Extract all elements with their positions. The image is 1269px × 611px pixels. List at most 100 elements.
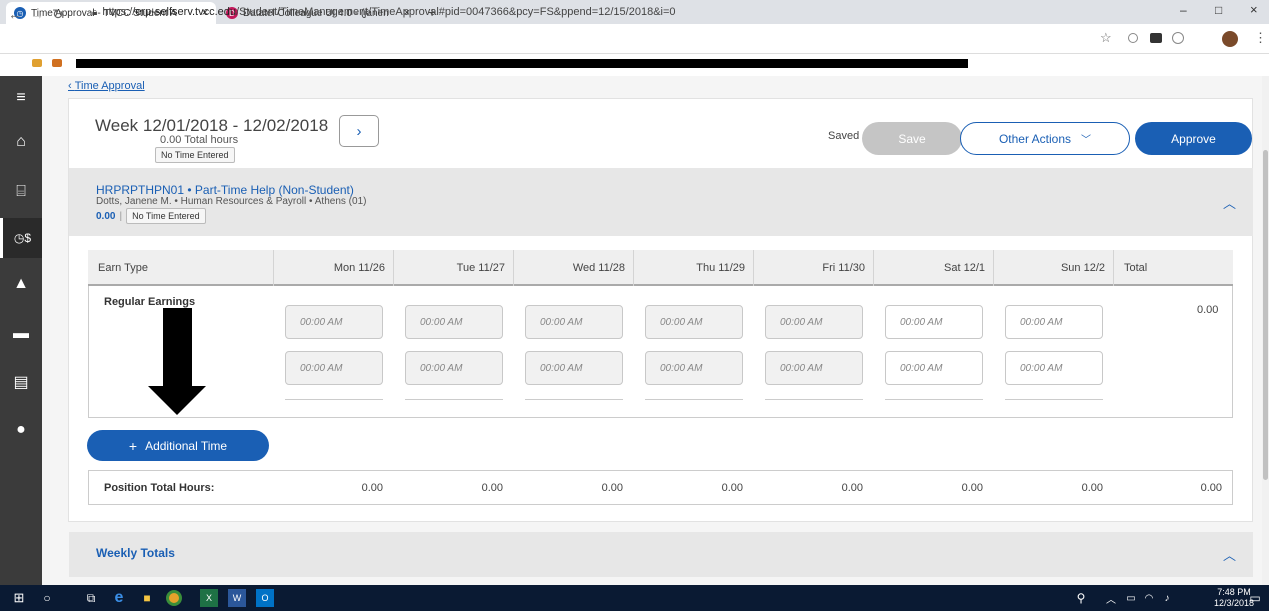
outlook-icon[interactable]: O — [256, 589, 274, 607]
volume-icon[interactable]: ♪ — [1158, 589, 1176, 607]
collapse-chevron-up-icon[interactable]: ︿ — [1223, 193, 1236, 212]
task-view-icon[interactable]: ⧉ — [82, 589, 100, 607]
header-day: Fri 11/30 — [754, 250, 874, 286]
position-total-value: 0.00 — [361, 482, 383, 494]
time-out-input-sat[interactable]: 00:00 AM — [885, 351, 983, 385]
input-underline — [885, 399, 983, 400]
position-total-value: 0.00 — [961, 482, 983, 494]
edge-icon[interactable]: e — [110, 589, 128, 607]
close-window-button[interactable]: × — [1250, 2, 1258, 17]
chevron-up-icon[interactable]: ︿ — [1102, 589, 1120, 607]
back-link-label: Time Approval — [74, 80, 145, 92]
collapse-chevron-up-icon[interactable]: ︿ — [1223, 545, 1236, 564]
position-subtitle: Dotts, Janene M. • Human Resources & Pay… — [96, 196, 367, 207]
url-prefix: https:// — [102, 6, 136, 18]
input-underline — [285, 399, 383, 400]
wifi-icon[interactable]: ◠ — [1140, 589, 1158, 607]
time-in-input-mon[interactable]: 00:00 AM — [285, 305, 383, 339]
hamburger-menu-icon[interactable]: ≡ — [0, 78, 42, 118]
extension-icon[interactable] — [1150, 33, 1162, 43]
extension-icon[interactable] — [1128, 33, 1138, 43]
bank-icon[interactable]: ⌸ — [0, 172, 42, 212]
additional-time-button[interactable]: + Additional Time — [87, 430, 269, 461]
save-button[interactable]: Save — [862, 122, 962, 155]
menu-icon[interactable]: ⋮ — [1254, 30, 1267, 46]
time-in-input-thu[interactable]: 00:00 AM — [645, 305, 743, 339]
url-path: /Student/TimeManagement/TimeApproval#pid… — [236, 6, 676, 18]
time-out-input-sun[interactable]: 00:00 AM — [1005, 351, 1103, 385]
chevron-left-icon: ‹ — [68, 80, 75, 92]
position-status-badge: No Time Entered — [126, 208, 206, 224]
reload-icon[interactable]: ↻ — [52, 6, 64, 23]
scrollbar-thumb[interactable] — [1263, 150, 1268, 480]
time-in-input-tue[interactable]: 00:00 AM — [405, 305, 503, 339]
header-day: Tue 11/27 — [394, 250, 514, 286]
position-hours-value: 0.00 — [96, 210, 116, 222]
extension-icon[interactable] — [1172, 32, 1184, 44]
position-total-value: 0.00 — [1200, 482, 1222, 494]
chevron-down-icon: ﹀ — [1081, 135, 1092, 146]
file-explorer-icon[interactable]: ■ — [138, 589, 156, 607]
back-to-time-approval-link[interactable]: ‹ Time Approval — [68, 80, 145, 92]
time-out-input-wed[interactable]: 00:00 AM — [525, 351, 623, 385]
approve-button[interactable]: Approve — [1135, 122, 1252, 155]
people-icon[interactable]: ⚲ — [1072, 589, 1090, 607]
notifications-icon[interactable]: ▭ — [1246, 589, 1264, 607]
time-money-icon[interactable]: ◷$ — [0, 218, 42, 258]
url-field[interactable]: 🔒︎ https://erp-selfserv.tvcc.edu/Student… — [92, 6, 676, 18]
earn-type-regular: Regular Earnings — [104, 296, 196, 308]
user-icon[interactable]: ● — [0, 410, 42, 450]
windows-start-icon[interactable]: ⊞ — [10, 589, 28, 607]
input-underline — [645, 399, 743, 400]
total-hours: 0.00 Total hours — [160, 134, 239, 146]
time-out-input-mon[interactable]: 00:00 AM — [285, 351, 383, 385]
chrome-icon[interactable] — [166, 590, 182, 606]
time-in-input-sat[interactable]: 00:00 AM — [885, 305, 983, 339]
maximize-button[interactable]: □ — [1215, 3, 1222, 17]
graduation-cap-icon[interactable]: ▲ — [0, 264, 42, 304]
time-out-input-fri[interactable]: 00:00 AM — [765, 351, 863, 385]
briefcase-icon[interactable]: ▬ — [0, 314, 42, 354]
time-in-input-wed[interactable]: 00:00 AM — [525, 305, 623, 339]
position-total-label: Position Total Hours: — [104, 482, 215, 494]
forward-arrow-icon[interactable]: → — [30, 6, 44, 22]
weekly-totals-header[interactable] — [69, 532, 1253, 577]
header-day: Wed 11/28 — [514, 250, 634, 286]
row-total: 0.00 — [1197, 304, 1219, 316]
back-arrow-icon[interactable]: ← — [8, 6, 22, 22]
minimize-button[interactable]: – — [1180, 3, 1187, 17]
excel-icon[interactable]: X — [200, 589, 218, 607]
bookmark-icon[interactable] — [32, 59, 42, 67]
header-earn-type: Earn Type — [88, 250, 274, 286]
position-total-value: 0.00 — [601, 482, 623, 494]
chevron-right-icon: › — [356, 122, 362, 140]
input-underline — [405, 399, 503, 400]
document-icon[interactable]: ▤ — [0, 362, 42, 402]
position-total-value: 0.00 — [481, 482, 503, 494]
word-icon[interactable]: W — [228, 589, 246, 607]
position-total-value: 0.00 — [1081, 482, 1103, 494]
time-in-input-fri[interactable]: 00:00 AM — [765, 305, 863, 339]
battery-icon[interactable]: ▭ — [1122, 589, 1140, 607]
other-actions-button[interactable]: Other Actions ﹀ — [960, 122, 1130, 155]
profile-avatar[interactable] — [1222, 31, 1238, 47]
home-icon[interactable]: ⌂ — [0, 122, 42, 162]
next-week-button[interactable]: › — [339, 115, 379, 147]
weekly-totals-label: Weekly Totals — [96, 546, 175, 560]
search-icon[interactable]: ○ — [38, 589, 56, 607]
position-total-value: 0.00 — [721, 482, 743, 494]
time-out-input-thu[interactable]: 00:00 AM — [645, 351, 743, 385]
bookmark-icon[interactable] — [52, 59, 62, 67]
week-title: Week 12/01/2018 - 12/02/2018 — [95, 116, 329, 135]
input-underline — [525, 399, 623, 400]
time-out-input-tue[interactable]: 00:00 AM — [405, 351, 503, 385]
lock-icon: 🔒︎ — [92, 6, 98, 18]
header-total: Total — [1124, 262, 1148, 274]
position-hours: 0.00 | No Time Entered — [96, 208, 206, 224]
url-host: erp-selfserv.tvcc.edu — [135, 6, 237, 18]
additional-time-label: Additional Time — [145, 438, 228, 453]
header-day: Sun 12/2 — [994, 250, 1114, 286]
time-in-input-sun[interactable]: 00:00 AM — [1005, 305, 1103, 339]
star-icon[interactable]: ☆ — [1100, 30, 1112, 46]
header-day: Thu 11/29 — [634, 250, 754, 286]
